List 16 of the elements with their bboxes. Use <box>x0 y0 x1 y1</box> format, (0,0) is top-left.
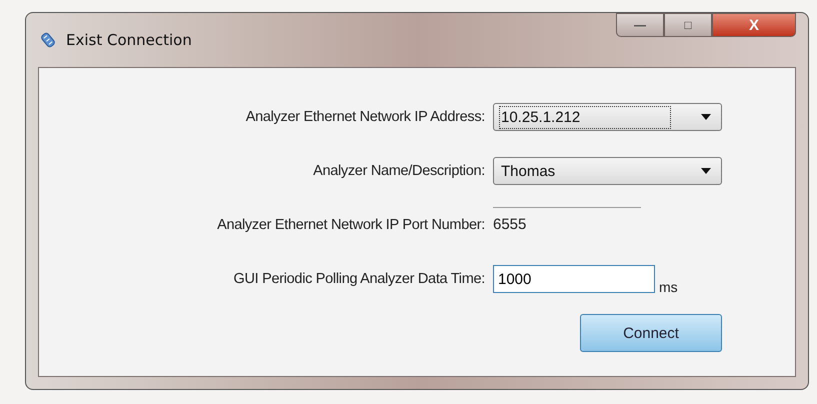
minimize-button[interactable]: — <box>616 13 664 37</box>
dropdown[interactable]: Thomas <box>493 157 722 185</box>
field-label: Analyzer Name/Description: <box>312 163 486 179</box>
field-label: GUI Periodic Polling Analyzer Data Time: <box>232 271 486 287</box>
window-title: Exist Connection <box>66 31 192 49</box>
field-label: Analyzer Ethernet Network IP Address: <box>244 109 486 125</box>
caret-icon <box>701 168 711 174</box>
input-field[interactable]: 1000 <box>493 265 655 293</box>
field-label: Analyzer Ethernet Network IP Port Number: <box>216 217 486 233</box>
connect-button[interactable]: Connect <box>580 314 722 352</box>
maximize-button[interactable]: □ <box>664 13 712 37</box>
unit-label: ms <box>659 279 678 295</box>
dropdown[interactable]: 10.25.1.212 <box>493 103 722 131</box>
caret-icon <box>701 114 711 120</box>
port-value: 6555 <box>493 216 526 232</box>
close-button[interactable]: X <box>712 13 796 37</box>
